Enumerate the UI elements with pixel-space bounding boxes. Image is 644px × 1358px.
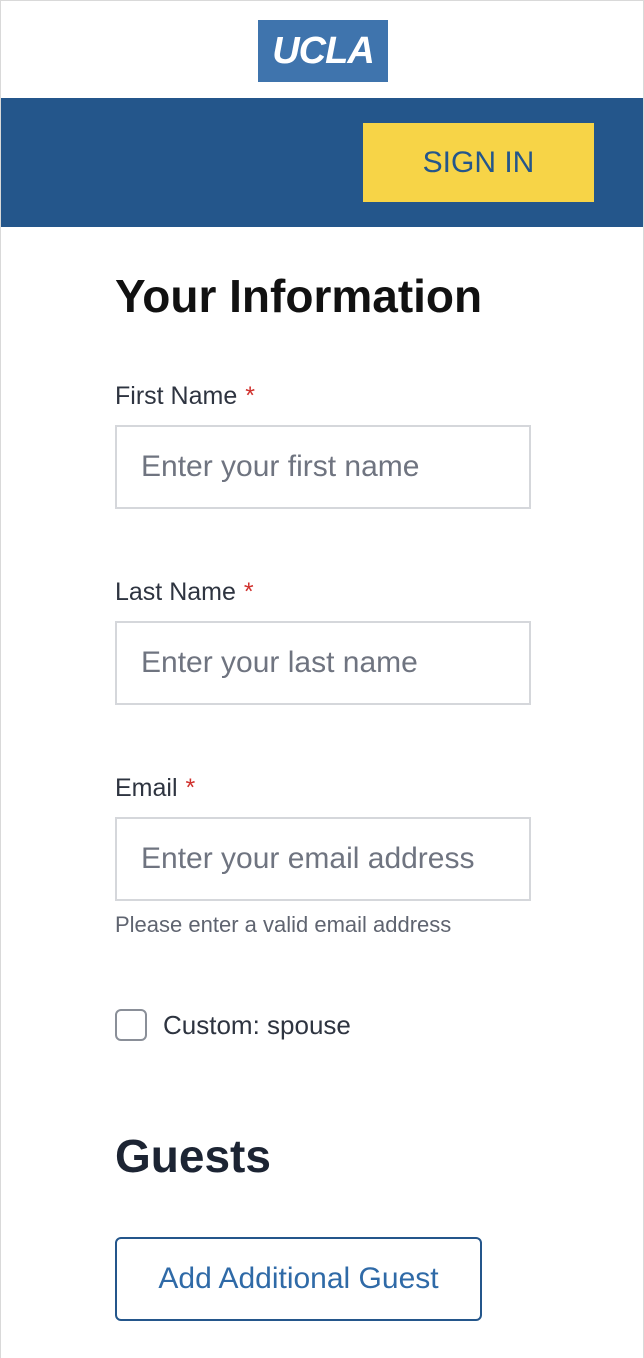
custom-spouse-option[interactable]: Custom: spouse bbox=[115, 1009, 351, 1041]
required-marker: * bbox=[245, 382, 255, 410]
first-name-input[interactable] bbox=[115, 425, 531, 509]
email-help-text: Please enter a valid email address bbox=[115, 912, 452, 937]
your-information-heading: Your Information bbox=[115, 270, 483, 322]
first-name-label: First Name * bbox=[115, 382, 255, 411]
first-name-label-text: First Name bbox=[115, 382, 238, 410]
logo-bar: UCLA bbox=[1, 1, 643, 98]
nav-bar: SIGN IN bbox=[1, 98, 643, 227]
guests-heading: Guests bbox=[115, 1130, 271, 1182]
custom-spouse-checkbox[interactable] bbox=[115, 1009, 147, 1041]
required-marker: * bbox=[243, 578, 254, 606]
sign-in-button[interactable]: SIGN IN bbox=[363, 123, 594, 202]
last-name-label-text: Last Name bbox=[115, 578, 236, 606]
registration-page: UCLA SIGN IN Your Information First Name… bbox=[0, 0, 644, 1358]
add-additional-guest-button[interactable]: Add Additional Guest bbox=[115, 1237, 482, 1321]
last-name-input[interactable] bbox=[115, 621, 531, 705]
email-label-text: Email bbox=[115, 774, 178, 802]
required-marker: * bbox=[185, 774, 196, 802]
custom-spouse-label[interactable]: Custom: spouse bbox=[163, 1010, 351, 1041]
email-label: Email * bbox=[115, 774, 195, 803]
last-name-label: Last Name * bbox=[115, 578, 254, 607]
ucla-logo[interactable]: UCLA bbox=[258, 20, 388, 82]
email-input[interactable] bbox=[115, 817, 531, 901]
